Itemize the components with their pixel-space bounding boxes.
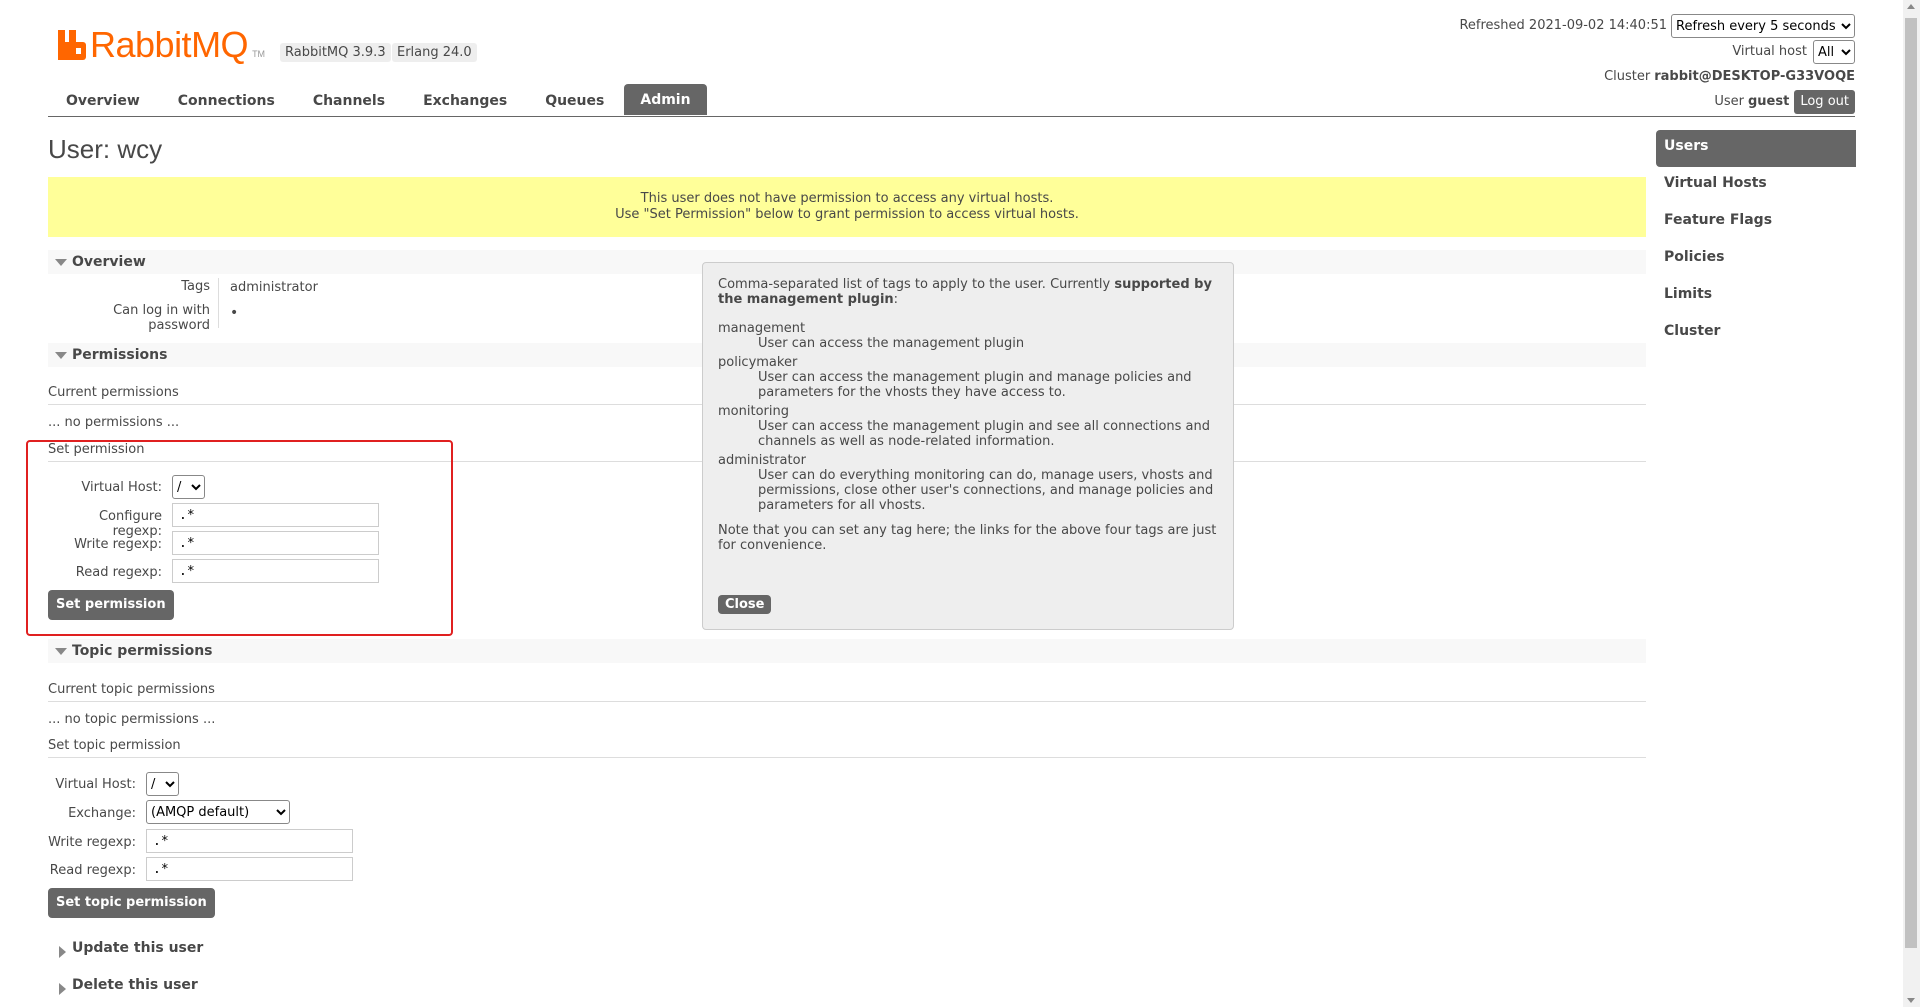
admin-sidebar: Users Virtual Hosts Feature Flags Polici… [1656, 130, 1856, 352]
tag-description: User can access the management plugin [758, 336, 1025, 351]
page-title: User: wcy [48, 134, 162, 165]
popup-note: Note that you can set any tag here; the … [718, 523, 1217, 553]
update-user-section-toggle[interactable]: Update this user [48, 940, 204, 958]
logo-text: RabbitMQ [90, 24, 249, 65]
no-topic-permissions-text: ... no topic permissions ... [48, 712, 216, 727]
current-user: guest [1748, 94, 1790, 109]
scroll-up-icon[interactable] [1907, 4, 1915, 9]
delete-user-heading: Delete this user [72, 977, 198, 993]
popup-intro-end: : [893, 292, 899, 307]
sidebar-item-feature-flags[interactable]: Feature Flags [1656, 204, 1856, 241]
current-topic-permissions-heading: Current topic permissions [48, 682, 1646, 702]
tab-admin[interactable]: Admin [624, 84, 707, 115]
warning-line-1: This user does not have permission to ac… [640, 191, 1054, 206]
set-topic-permission-heading: Set topic permission [48, 738, 1646, 758]
topic-permissions-section-toggle[interactable]: Topic permissions [48, 639, 1646, 663]
sidebar-item-policies[interactable]: Policies [1656, 241, 1856, 278]
rabbit-logo-icon [58, 30, 86, 60]
tab-exchanges[interactable]: Exchanges [405, 85, 525, 115]
version-badge: RabbitMQ 3.9.3 [280, 43, 391, 62]
no-permission-warning: This user does not have permission to ac… [48, 177, 1646, 237]
tag-name: monitoring [718, 404, 789, 419]
logout-button[interactable]: Log out [1794, 90, 1855, 114]
tag-description: User can access the management plugin an… [758, 419, 1211, 449]
sidebar-item-cluster[interactable]: Cluster [1656, 315, 1856, 352]
highlight-annotation-box [26, 440, 453, 636]
scroll-thumb[interactable] [1905, 18, 1917, 948]
overview-divider [218, 278, 219, 328]
collapse-arrow-icon [55, 352, 67, 359]
tab-connections[interactable]: Connections [160, 85, 293, 115]
expand-arrow-icon [59, 983, 66, 995]
user-label: User [1714, 94, 1744, 109]
topic-permissions-heading: Topic permissions [72, 643, 213, 659]
cluster-label: Cluster [1604, 69, 1651, 84]
topic-read-regexp-label: Read regexp: [49, 863, 136, 878]
tag-description: User can access the management plugin an… [758, 370, 1192, 400]
page-title-user: wcy [117, 134, 163, 164]
nav-divider [48, 116, 1855, 117]
main-nav-tabs: Overview Connections Channels Exchanges … [48, 84, 709, 115]
topic-vhost-label: Virtual Host: [55, 777, 136, 792]
topic-write-regexp-label: Write regexp: [48, 835, 136, 850]
virtual-host-label: Virtual host [1732, 44, 1807, 59]
header-status-panel: Refreshed 2021-09-02 14:40:51 Refresh ev… [1459, 14, 1855, 116]
popup-intro: Comma-separated list of tags to apply to… [718, 277, 1218, 307]
can-login-label: Can log in with password [113, 303, 210, 333]
tab-channels[interactable]: Channels [295, 85, 403, 115]
sidebar-item-users[interactable]: Users [1656, 130, 1856, 167]
sidebar-item-limits[interactable]: Limits [1656, 278, 1856, 315]
can-login-value: • [230, 305, 239, 321]
topic-read-regexp-input[interactable] [146, 857, 353, 881]
tag-name: policymaker [718, 355, 798, 370]
tag-name: management [718, 321, 806, 336]
permissions-heading: Permissions [72, 347, 168, 363]
tab-queues[interactable]: Queues [527, 85, 622, 115]
tag-description: User can do everything monitoring can do… [758, 468, 1214, 513]
refreshed-label: Refreshed 2021-09-02 14:40:51 [1459, 18, 1667, 33]
collapse-arrow-icon [55, 259, 67, 266]
overview-heading: Overview [72, 254, 146, 270]
warning-line-2: Use "Set Permission" below to grant perm… [615, 207, 1079, 222]
no-permissions-text: ... no permissions ... [48, 415, 180, 430]
tags-label: Tags [181, 279, 210, 294]
collapse-arrow-icon [55, 648, 67, 655]
refresh-interval-select[interactable]: Refresh every 5 seconds [1671, 14, 1855, 38]
tag-name: administrator [718, 453, 806, 468]
page-title-prefix: User: [48, 134, 111, 164]
topic-vhost-select[interactable]: / [146, 772, 179, 796]
rabbitmq-logo[interactable]: RabbitMQ TM [58, 24, 265, 66]
update-user-heading: Update this user [72, 940, 204, 956]
sidebar-item-virtual-hosts[interactable]: Virtual Hosts [1656, 167, 1856, 204]
set-topic-permission-button[interactable]: Set topic permission [48, 888, 215, 918]
erlang-badge: Erlang 24.0 [392, 43, 477, 62]
tags-help-popup: Comma-separated list of tags to apply to… [702, 262, 1234, 630]
scroll-down-icon[interactable] [1907, 998, 1915, 1003]
popup-close-button[interactable]: Close [718, 595, 772, 614]
cluster-name: rabbit@DESKTOP-G33VOQE [1654, 69, 1855, 84]
tags-value: administrator [230, 280, 318, 295]
virtual-host-select[interactable]: All [1813, 40, 1855, 64]
tag-definitions: management User can access the managemen… [718, 321, 1218, 513]
topic-write-regexp-input[interactable] [146, 829, 353, 853]
delete-user-section-toggle[interactable]: Delete this user [48, 977, 198, 995]
logo-tm: TM [252, 49, 266, 59]
popup-intro-text: Comma-separated list of tags to apply to… [718, 277, 1115, 292]
page-scrollbar[interactable] [1903, 0, 1920, 1007]
expand-arrow-icon [59, 946, 66, 958]
tab-overview[interactable]: Overview [48, 85, 158, 115]
exchange-label: Exchange: [68, 806, 136, 821]
exchange-select[interactable]: (AMQP default) [146, 800, 290, 824]
